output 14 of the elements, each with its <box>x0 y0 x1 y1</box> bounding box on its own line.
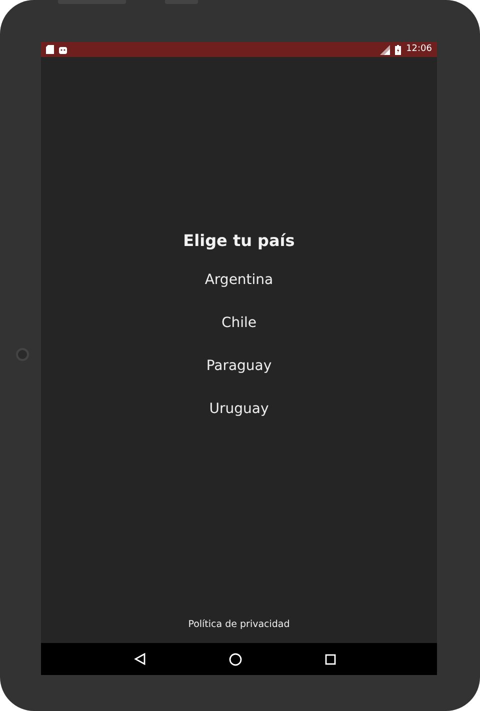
signal-icon <box>380 44 390 54</box>
clock-time: 12:06 <box>406 42 432 56</box>
sd-card-icon <box>46 45 54 54</box>
country-option[interactable]: Chile <box>205 302 273 345</box>
country-option[interactable]: Argentina <box>188 259 290 302</box>
android-icon <box>59 46 67 54</box>
page-title: Elige tu país <box>183 230 295 252</box>
battery-icon <box>395 44 402 54</box>
camera-icon <box>16 348 29 361</box>
country-option[interactable]: Uruguay <box>193 388 285 431</box>
recents-button[interactable] <box>322 652 338 666</box>
country-option[interactable]: Paraguay <box>190 345 288 388</box>
home-button[interactable] <box>226 650 244 668</box>
privacy-policy-link[interactable]: Política de privacidad <box>188 618 290 632</box>
